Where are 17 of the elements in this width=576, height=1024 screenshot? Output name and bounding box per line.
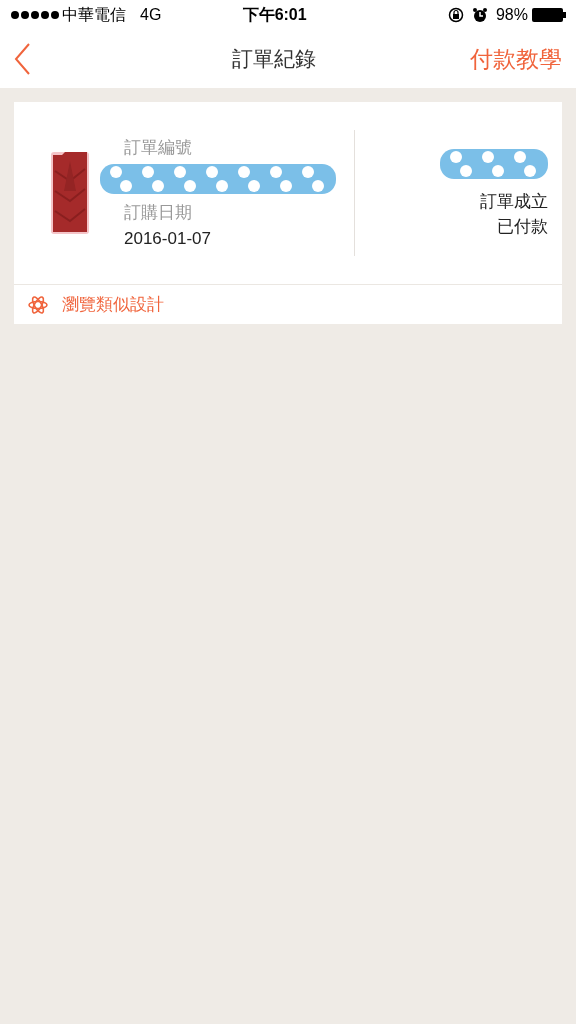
rotation-lock-icon bbox=[447, 7, 464, 23]
browse-similar-link[interactable]: 瀏覽類似設計 bbox=[28, 291, 164, 318]
alarm-icon bbox=[471, 7, 488, 23]
order-date-label: 訂購日期 bbox=[124, 202, 193, 225]
clock-time: 下午6:01 bbox=[242, 5, 307, 25]
network-type: 4G bbox=[140, 5, 162, 25]
signal-strength-icon bbox=[10, 10, 60, 20]
carrier-name: 中華電信 bbox=[62, 5, 126, 25]
order-date: 2016-01-07 bbox=[124, 227, 212, 250]
order-status: 訂單成立 bbox=[480, 190, 548, 213]
order-number-label: 訂單編號 bbox=[124, 136, 193, 159]
page-title: 訂單紀錄 bbox=[232, 46, 316, 73]
battery-icon bbox=[532, 8, 566, 22]
payment-status: 已付款 bbox=[497, 216, 548, 238]
battery-percentage: 98% bbox=[495, 5, 528, 25]
payment-tutorial-link[interactable]: 付款教學 bbox=[470, 41, 562, 77]
atom-icon bbox=[28, 294, 48, 315]
